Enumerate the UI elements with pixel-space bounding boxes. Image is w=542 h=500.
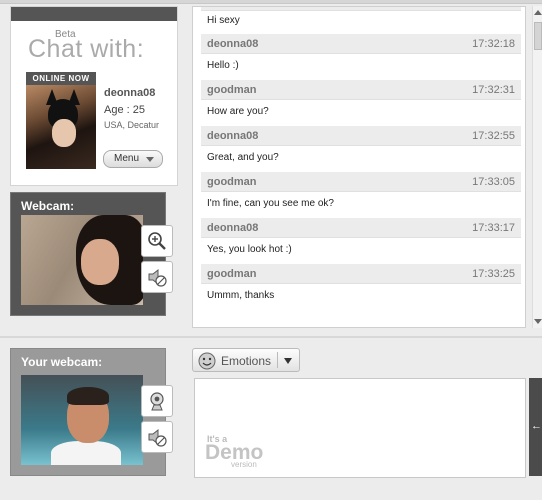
message-header: deonna08 17:32:55 <box>201 126 521 146</box>
message-header <box>201 7 521 11</box>
your-webcam-title: Your webcam: <box>21 355 103 369</box>
emotions-label: Emotions <box>221 354 272 368</box>
message-time: 17:32:31 <box>472 84 515 96</box>
chat-scrollbar[interactable] <box>532 6 542 328</box>
webcam-icon <box>150 392 164 411</box>
online-now-badge: ONLINE NOW <box>26 72 96 85</box>
message-header: goodman 17:33:05 <box>201 172 521 192</box>
profile-location: USA, Decatur <box>104 120 160 130</box>
chat-with-title: Chat with: <box>28 35 145 63</box>
zoom-in-icon <box>148 232 166 250</box>
webcam-toggle-button[interactable] <box>141 385 173 417</box>
emotions-separator <box>277 352 278 368</box>
profile-header-bar <box>11 7 177 21</box>
message-time: 17:33:05 <box>472 176 515 188</box>
top-border <box>0 0 542 4</box>
profile-age: Age : 25 <box>104 104 145 116</box>
message-input[interactable]: It's a Demo version <box>194 378 526 478</box>
section-divider <box>0 336 542 338</box>
sound-mute-icon <box>148 428 167 447</box>
send-button[interactable]: ← <box>529 378 542 476</box>
chevron-down-icon <box>146 157 154 162</box>
dropdown-caret-icon[interactable] <box>284 358 292 364</box>
message-text: Ummm, thanks <box>207 290 275 301</box>
scroll-up-icon[interactable] <box>534 10 542 15</box>
message-text: Yes, you look hot :) <box>207 244 292 255</box>
message-user: goodman <box>207 84 257 96</box>
send-arrow-icon: ← <box>531 420 542 432</box>
message-user: deonna08 <box>207 38 259 50</box>
message-text: Hello :) <box>207 60 239 71</box>
profile-photo[interactable] <box>26 85 96 169</box>
your-mute-sound-button[interactable] <box>141 421 173 453</box>
scroll-down-icon[interactable] <box>534 319 542 324</box>
message-header: deonna08 17:32:18 <box>201 34 521 54</box>
message-text: Great, and you? <box>207 152 279 163</box>
message-time: 17:32:55 <box>472 130 515 142</box>
message-time: 17:33:17 <box>472 222 515 234</box>
zoom-in-button[interactable] <box>141 225 173 257</box>
mute-sound-button[interactable] <box>141 261 173 293</box>
message-user: goodman <box>207 176 257 188</box>
scroll-thumb[interactable] <box>534 22 542 50</box>
webcam-feed <box>21 215 143 305</box>
message-list: Hi sexy deonna08 17:32:18 Hello :) goodm… <box>201 7 521 310</box>
smiley-icon <box>198 352 216 370</box>
webcam-title: Webcam: <box>21 199 75 213</box>
menu-button-label: Menu <box>114 153 140 164</box>
your-webcam-feed <box>21 375 143 465</box>
message-text: How are you? <box>207 106 269 117</box>
message-header: goodman 17:33:25 <box>201 264 521 284</box>
demo-watermark-version: version <box>231 460 257 469</box>
message-text: Hi sexy <box>207 15 240 26</box>
emotions-button[interactable]: Emotions <box>192 348 300 372</box>
message-user: deonna08 <box>207 222 259 234</box>
message-user: goodman <box>207 268 257 280</box>
profile-card: Beta Chat with: ONLINE NOW deonna08 Age … <box>10 6 178 186</box>
profile-username[interactable]: deonna08 <box>104 87 155 99</box>
menu-button[interactable]: Menu <box>103 150 163 168</box>
message-header: goodman 17:32:31 <box>201 80 521 100</box>
message-user: deonna08 <box>207 130 259 142</box>
message-text: I'm fine, can you see me ok? <box>207 198 334 209</box>
chat-messages-panel[interactable]: Hi sexy deonna08 17:32:18 Hello :) goodm… <box>192 6 526 328</box>
message-header: deonna08 17:33:17 <box>201 218 521 238</box>
message-time: 17:33:25 <box>472 268 515 280</box>
sound-mute-icon <box>148 268 167 287</box>
message-time: 17:32:18 <box>472 38 515 50</box>
